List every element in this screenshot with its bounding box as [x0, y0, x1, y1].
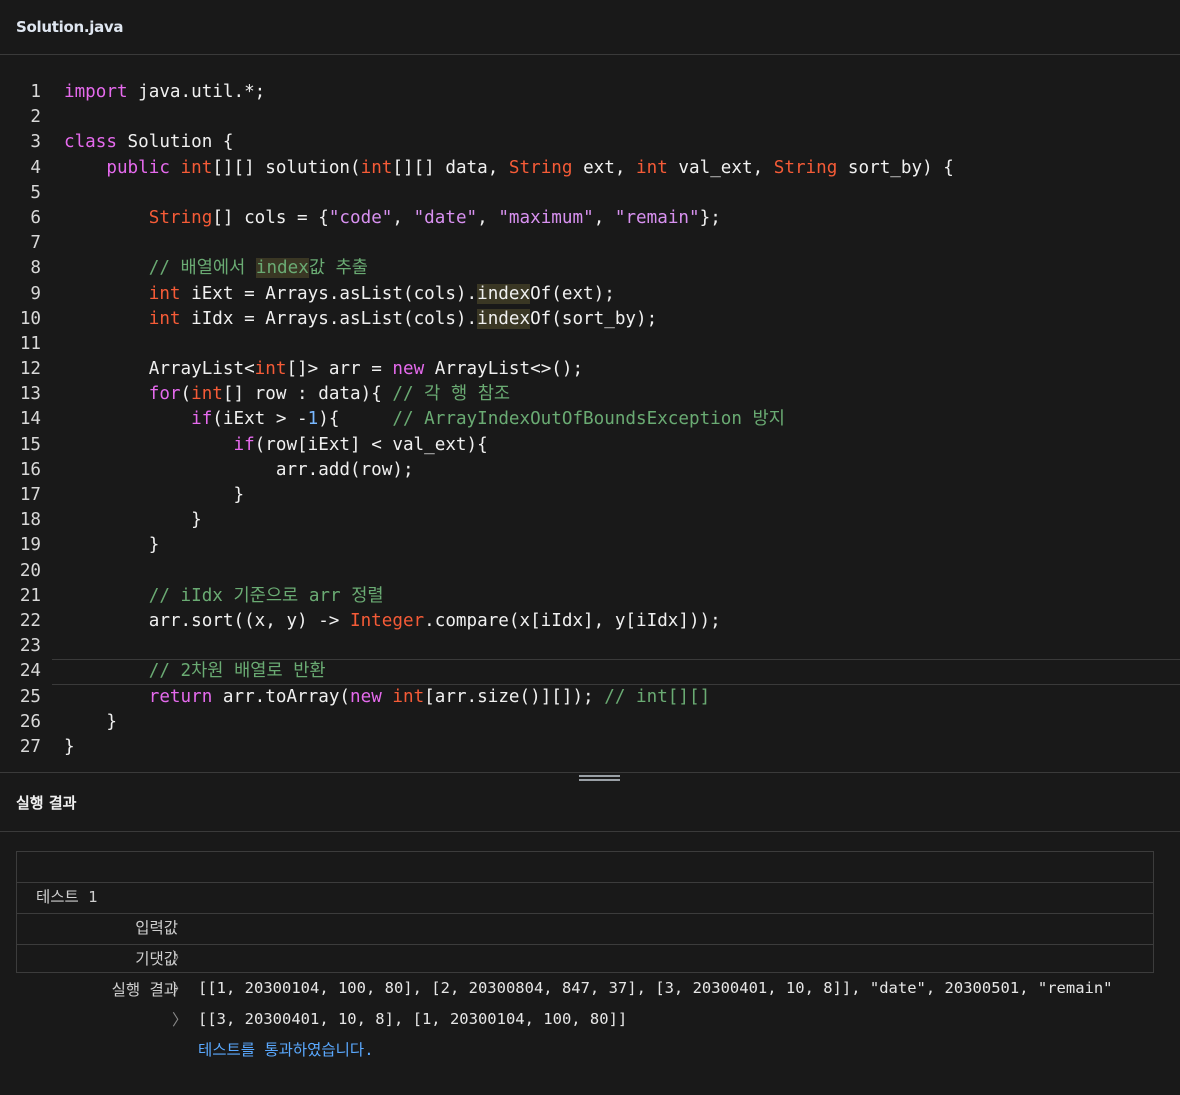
code-text[interactable]: ArrayList<int[]> arr = new ArrayList<>()…: [64, 357, 583, 382]
line-number: 19: [19, 535, 41, 556]
result-header: 실행 결과: [0, 773, 1180, 832]
code-line[interactable]: 7: [0, 231, 1180, 256]
code-line[interactable]: 15 if(row[iExt] < val_ext){: [0, 433, 1180, 458]
result-row-input: 입력값 〉 [[1, 20300104, 100, 80], [2, 20300…: [17, 883, 1153, 997]
code-text[interactable]: public int[][] solution(int[][] data, St…: [64, 156, 953, 181]
code-line[interactable]: 6 String[] cols = {"code", "date", "maxi…: [0, 206, 1180, 231]
line-number: 12: [19, 359, 41, 380]
code-text[interactable]: }: [64, 533, 160, 558]
line-number: 26: [19, 711, 41, 732]
code-line[interactable]: 10 int iIdx = Arrays.asList(cols).indexO…: [0, 307, 1180, 332]
code-text[interactable]: }: [64, 483, 244, 508]
code-line[interactable]: 19 }: [0, 533, 1180, 558]
line-number: 3: [30, 132, 41, 153]
code-text[interactable]: int iExt = Arrays.asList(cols).indexOf(e…: [64, 282, 615, 307]
line-number: 17: [19, 485, 41, 505]
result-row-outcome: 실행 결과 〉 테스트를 통과하였습니다.: [17, 945, 1153, 1059]
line-number: 13: [19, 384, 41, 405]
expected-value: [[3, 20300401, 10, 8], [1, 20300104, 100…: [198, 1010, 628, 1028]
code-text[interactable]: int iIdx = Arrays.asList(cols).indexOf(s…: [64, 307, 657, 332]
line-number: 25: [19, 686, 41, 707]
line-number: 9: [30, 283, 41, 304]
code-text[interactable]: if(row[iExt] < val_ext){: [64, 433, 487, 458]
chevron-right-icon: 〉: [172, 1011, 188, 1029]
file-tab[interactable]: Solution.java: [16, 18, 123, 36]
code-text[interactable]: }: [64, 710, 117, 735]
code-text[interactable]: }: [64, 735, 75, 760]
code-text[interactable]: if(iExt > -1){ // ArrayIndexOutOfBoundsE…: [64, 407, 785, 432]
code-line[interactable]: 22 arr.sort((x, y) -> Integer.compare(x[…: [0, 609, 1180, 634]
code-line[interactable]: 21 // iIdx 기준으로 arr 정렬: [0, 584, 1180, 609]
line-number: 10: [19, 308, 41, 329]
line-number: 6: [30, 207, 41, 228]
code-line[interactable]: 23: [0, 634, 1180, 659]
line-number: 4: [30, 157, 41, 178]
code-line[interactable]: 20: [0, 559, 1180, 584]
code-line[interactable]: 17 }: [0, 483, 1180, 508]
code-text[interactable]: arr.add(row);: [64, 458, 414, 483]
test-case-header: 테스트 1: [17, 852, 1153, 906]
code-text[interactable]: arr.sort((x, y) -> Integer.compare(x[iId…: [64, 609, 721, 634]
line-number: 14: [19, 409, 41, 430]
code-line[interactable]: 8 // 배열에서 index값 추출: [0, 256, 1180, 281]
code-text[interactable]: for(int[] row : data){ // 각 행 참조: [64, 382, 510, 407]
line-number: 20: [19, 560, 41, 581]
line-number: 21: [19, 585, 41, 606]
line-number: 16: [19, 459, 41, 480]
line-number: 8: [30, 258, 41, 279]
code-text[interactable]: String[] cols = {"code", "date", "maximu…: [64, 206, 721, 231]
code-text[interactable]: }: [64, 508, 202, 533]
line-number: 22: [19, 610, 41, 631]
line-number: 11: [19, 333, 41, 354]
code-line[interactable]: 9 int iExt = Arrays.asList(cols).indexOf…: [0, 282, 1180, 307]
code-text[interactable]: // iIdx 기준으로 arr 정렬: [64, 584, 384, 609]
outcome-value: 테스트를 통과하였습니다.: [198, 1041, 374, 1059]
code-text[interactable]: // 배열에서 index값 추출: [64, 256, 368, 281]
test-result-box: 테스트 1 입력값 〉 [[1, 20300104, 100, 80], [2,…: [16, 851, 1154, 1059]
code-line[interactable]: 1 import java.util.*;: [0, 80, 1180, 105]
code-line[interactable]: 16 arr.add(row);: [0, 458, 1180, 483]
result-row-expected: 기댓값 〉 [[3, 20300401, 10, 8], [1, 2030010…: [17, 914, 1153, 1028]
line-number: 5: [30, 182, 41, 203]
code-line[interactable]: 12 ArrayList<int[]> arr = new ArrayList<…: [0, 357, 1180, 382]
line-number: 1: [30, 82, 41, 102]
line-number: 7: [30, 233, 41, 254]
code-line[interactable]: 26 }: [0, 710, 1180, 735]
code-text[interactable]: // 2차원 배열로 반환: [64, 659, 326, 684]
code-text[interactable]: return arr.toArray(new int[arr.size()][]…: [64, 685, 710, 710]
code-editor[interactable]: 1 import java.util.*; 2 3 class Solution {4 …: [0, 55, 1180, 772]
code-line[interactable]: 4 public int[][] solution(int[][] data, …: [0, 156, 1180, 181]
result-title: 실행 결과: [16, 793, 77, 812]
line-number: 2: [30, 107, 41, 128]
code-line[interactable]: 13 for(int[] row : data){ // 각 행 참조: [0, 382, 1180, 407]
code-line[interactable]: 18 }: [0, 508, 1180, 533]
line-number: 15: [19, 434, 41, 455]
line-number: 23: [19, 636, 41, 657]
code-line[interactable]: 5: [0, 181, 1180, 206]
editor-tab-bar: Solution.java: [0, 0, 1180, 55]
code-line[interactable]: 14 if(iExt > -1){ // ArrayIndexOutOfBoun…: [0, 407, 1180, 432]
line-number: 24: [19, 661, 41, 682]
input-value: [[1, 20300104, 100, 80], [2, 20300804, 8…: [198, 979, 1113, 997]
code-line[interactable]: 24 // 2차원 배열로 반환: [0, 659, 1180, 685]
outcome-label: 실행 결과: [111, 981, 178, 999]
code-line[interactable]: 25 return arr.toArray(new int[arr.size()…: [0, 685, 1180, 710]
code-line[interactable]: 2: [0, 105, 1180, 130]
code-line[interactable]: 11: [0, 332, 1180, 357]
line-number: 18: [19, 510, 41, 531]
code-text[interactable]: import java.util.*;: [64, 80, 265, 105]
code-line[interactable]: 3 class Solution {: [0, 130, 1180, 155]
code-text[interactable]: class Solution {: [64, 130, 234, 155]
code-line[interactable]: 27}: [0, 735, 1180, 760]
line-number: 27: [19, 736, 41, 757]
